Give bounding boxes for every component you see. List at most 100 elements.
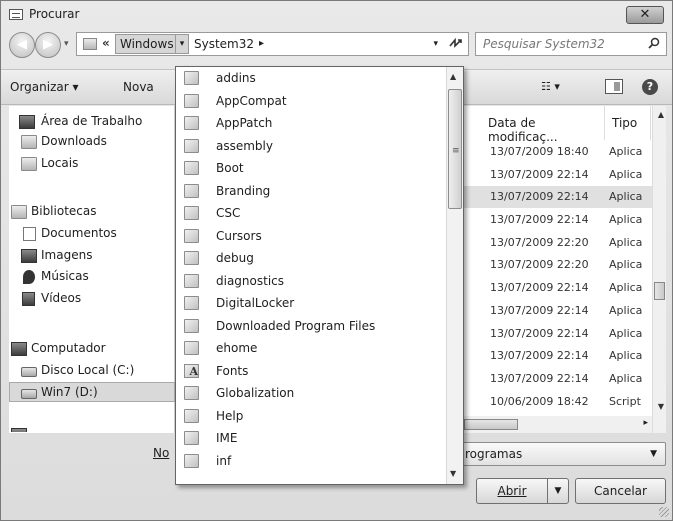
search-input[interactable]: Pesquisar System32 [475,32,667,56]
nav-item-label: Locais [41,156,79,170]
table-row[interactable]: 13/07/2009 18:40 Aplica [464,141,664,163]
nav-item-label: Vídeos [41,291,82,305]
scroll-right-arrow-icon[interactable]: ▸ [643,418,648,428]
open-button[interactable]: Abrir [476,478,547,504]
dropdown-item-inf[interactable]: inf [176,450,446,473]
drive-icon [21,367,37,377]
dropdown-item-ehome[interactable]: ehome [176,337,446,360]
scroll-grip-icon: ≡ [452,146,460,156]
new-folder-button[interactable]: Nova [123,80,154,94]
table-row[interactable]: 10/06/2009 18:42 Script [464,391,664,413]
views-menu-button[interactable]: ☷ ▾ [541,80,560,93]
dropdown-item-fonts[interactable]: A Fonts [176,360,446,383]
dropdown-item-label: Cursors [216,228,262,243]
network-icon [11,428,27,432]
preview-pane-icon[interactable] [605,79,623,94]
back-button[interactable]: ◀ [9,32,35,58]
nav-item-computer[interactable]: Computador [9,339,175,359]
nav-item-documents[interactable]: Documentos [9,224,175,244]
nav-item-win7-d[interactable]: Win7 (D:) [9,382,175,402]
refresh-button[interactable] [448,36,464,53]
dropdown-item-help[interactable]: Help [176,405,446,428]
breadcrumb-system32[interactable]: System32 [194,37,254,51]
table-row[interactable]: 13/07/2009 22:20 Aplica [464,254,664,276]
dropdown-item-assembly[interactable]: assembly [176,135,446,158]
breadcrumb-windows[interactable]: Windows [115,34,179,54]
cancel-button[interactable]: Cancelar [575,478,666,504]
open-options-button[interactable]: ▼ [547,478,569,504]
dropdown-item-label: Downloaded Program Files [216,318,376,333]
folder-icon [184,93,199,108]
help-icon[interactable]: ? [642,79,658,95]
table-row[interactable]: 13/07/2009 22:14 Aplica [464,209,664,231]
nav-item-videos[interactable]: Vídeos [9,289,175,309]
resize-grip[interactable] [659,507,669,517]
dropdown-item-digitallocker[interactable]: DigitalLocker [176,292,446,315]
close-button[interactable]: ✕ [626,6,664,24]
videos-icon [22,292,35,306]
dropdown-item-csc[interactable]: CSC [176,202,446,225]
date-modified-cell: 10/06/2009 18:42 [490,395,589,408]
folder-icon [184,273,199,288]
dropdown-item-apppatch[interactable]: AppPatch [176,112,446,135]
dropdown-item-diagnostics[interactable]: diagnostics [176,270,446,293]
dropdown-item-label: IME [216,431,238,445]
breadcrumb-windows-dropdown-button[interactable]: ▾ [175,34,189,54]
dropdown-item-globalization[interactable]: Globalization [176,382,446,405]
nav-item-desktop[interactable]: Área de Trabalho [9,112,175,132]
nav-item-music[interactable]: Músicas [9,267,175,287]
column-header-type[interactable]: Tipo [606,106,651,140]
dropdown-item-branding[interactable]: Branding [176,180,446,203]
dropdown-item-appcompat[interactable]: AppCompat [176,90,446,113]
table-row[interactable]: 13/07/2009 22:14 Aplica [464,300,664,322]
table-row[interactable]: 13/07/2009 22:14 Aplica [464,323,664,345]
table-row[interactable]: 13/07/2009 22:14 Aplica [464,368,664,390]
organize-menu-button[interactable]: Organizar ▾ [10,80,79,94]
dropdown-item-label: addins [216,71,256,85]
type-cell: Aplica [609,281,643,294]
dropdown-scrollbar[interactable]: ▲ ≡ ▼ [446,67,463,484]
nav-item-network[interactable] [9,420,175,432]
table-row[interactable]: 13/07/2009 22:14 Aplica [464,164,664,186]
nav-item-downloads[interactable]: Downloads [9,132,175,152]
downloads-icon [21,135,37,149]
folder-icon [184,183,199,198]
desktop-icon [19,115,35,129]
dropdown-item-addins[interactable]: addins [176,67,446,90]
type-cell: Aplica [609,236,643,249]
search-icon[interactable] [648,37,660,49]
horizontal-scroll-thumb[interactable] [464,419,518,430]
column-header-date[interactable]: Data de modificaç... [482,106,605,144]
breadcrumb-system32-arrow-icon[interactable]: ▸ [259,38,264,49]
dropdown-item-cursors[interactable]: Cursors [176,225,446,248]
scroll-up-arrow-icon[interactable]: ▲ [450,72,456,81]
scroll-down-arrow-icon[interactable]: ▼ [450,469,456,478]
vertical-scrollbar[interactable]: ▲ ▼ [652,106,666,433]
file-type-select[interactable]: rogramas ▼ [460,442,666,466]
type-cell: Aplica [609,372,643,385]
recent-places-icon [21,157,37,171]
horizontal-scrollbar[interactable]: ▸ [464,416,652,433]
table-row[interactable]: 13/07/2009 22:14 Aplica [464,345,664,367]
nav-item-pictures[interactable]: Imagens [9,246,175,266]
breadcrumb-overflow-icon[interactable]: « [102,36,110,50]
table-row[interactable]: 13/07/2009 22:20 Aplica [464,232,664,254]
table-row[interactable]: 13/07/2009 22:14 Aplica [464,186,664,208]
dropdown-item-ime[interactable]: IME [176,427,446,450]
dropdown-item-downloaded-program-files[interactable]: Downloaded Program Files [176,315,446,338]
address-history-dropdown-button[interactable]: ▾ [433,39,438,49]
dropdown-item-boot[interactable]: Boot [176,157,446,180]
dropdown-scroll-thumb[interactable]: ≡ [448,89,462,209]
scroll-up-arrow-icon[interactable]: ▲ [658,110,664,119]
vertical-scroll-thumb[interactable] [654,282,665,300]
forward-button[interactable]: ▶ [35,32,61,58]
folder-icon [184,228,199,243]
nav-item-local-disk-c[interactable]: Disco Local (C:) [9,361,175,381]
table-row[interactable]: 13/07/2009 22:14 Aplica [464,277,664,299]
dropdown-item-debug[interactable]: debug [176,247,446,270]
recent-pages-button[interactable]: ▾ [64,39,69,49]
nav-item-libraries[interactable]: Bibliotecas [9,202,175,222]
nav-item-recent-places[interactable]: Locais [9,154,175,174]
scroll-down-arrow-icon[interactable]: ▼ [658,402,664,411]
address-bar[interactable]: « Windows ▾ System32 ▸ ▾ [76,32,469,56]
